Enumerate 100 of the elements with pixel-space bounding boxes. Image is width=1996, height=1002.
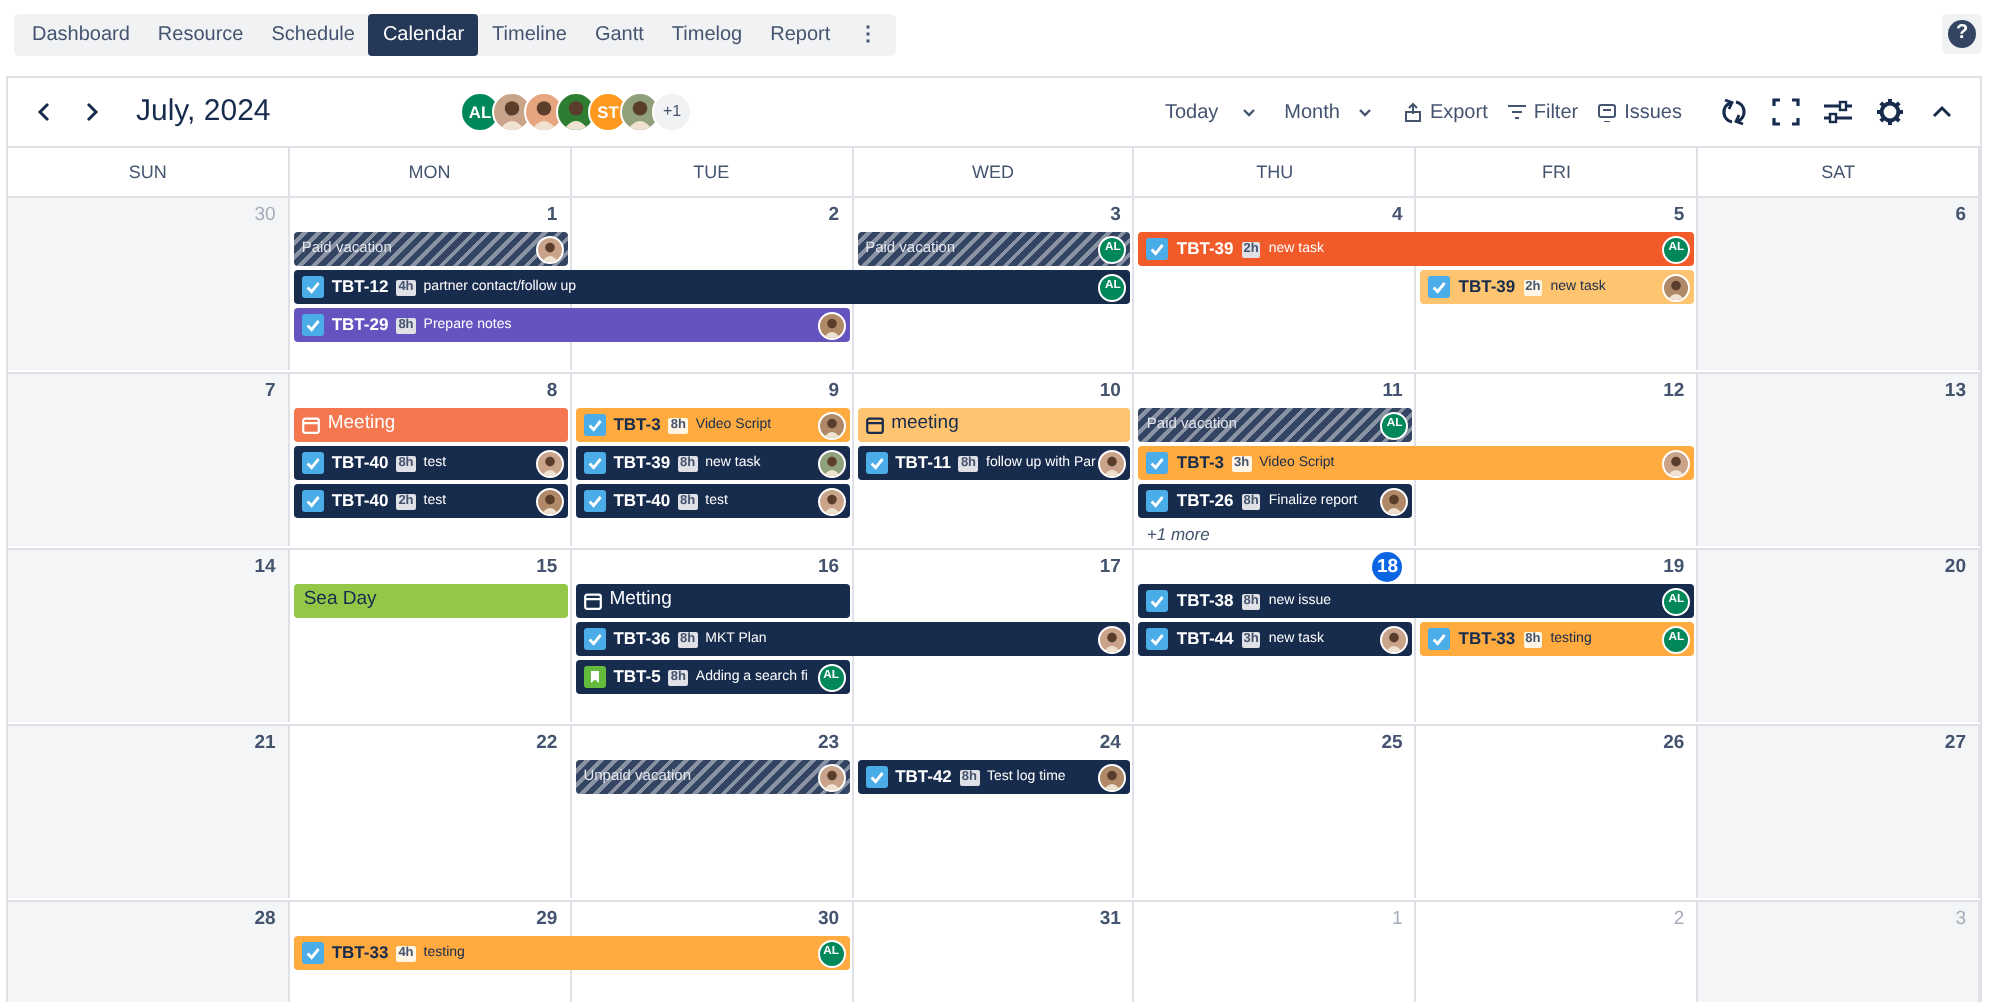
- checkmark-icon: [1428, 276, 1451, 298]
- bookmark-icon: [583, 666, 606, 688]
- more-people-badge[interactable]: +1: [652, 92, 692, 132]
- checkmark-icon: [301, 452, 324, 474]
- help-button[interactable]: ?: [1942, 14, 1982, 54]
- event-title: Sea Day: [303, 590, 379, 612]
- checkmark-icon: [583, 628, 606, 650]
- day-number: 2: [1673, 908, 1685, 932]
- checkmark-icon: [1146, 490, 1169, 512]
- tab[interactable]: Resource: [143, 14, 258, 56]
- day-number: 14: [254, 556, 276, 580]
- issue-key: TBT-26: [1176, 491, 1234, 511]
- day-number: 18: [1372, 552, 1403, 582]
- issue-key: TBT-39: [1458, 277, 1516, 297]
- filter-button[interactable]: Filter: [1497, 88, 1589, 136]
- chevron-right-icon: [84, 100, 100, 124]
- issue-key: TBT-29: [331, 315, 389, 335]
- day-number: 21: [254, 732, 276, 756]
- day-number: 2: [828, 204, 840, 228]
- day-number: 11: [1382, 380, 1403, 404]
- issue-key: TBT-44: [1176, 629, 1234, 649]
- settings-icon: [1876, 98, 1904, 126]
- event-bar[interactable]: Metting: [575, 584, 850, 618]
- issue-key: TBT-33: [331, 943, 389, 963]
- checkmark-icon: [583, 414, 606, 436]
- tab[interactable]: Gantt: [580, 14, 658, 56]
- issue-key: TBT-3: [613, 415, 661, 435]
- caret-icon: [1357, 107, 1372, 117]
- issues-button[interactable]: Issues: [1588, 88, 1692, 136]
- tab[interactable]: Report: [756, 14, 845, 56]
- weekday-header: SAT: [1698, 148, 1980, 196]
- issue-key: TBT-11: [895, 453, 951, 473]
- issue-key: TBT-39: [613, 453, 671, 473]
- day-number: 15: [536, 556, 558, 580]
- day-number: 31: [1099, 908, 1121, 932]
- avatar[interactable]: [556, 92, 596, 132]
- fullscreen-icon: [1772, 98, 1800, 126]
- day-number: 20: [1944, 556, 1966, 580]
- day-number: 10: [1099, 380, 1121, 404]
- avatar[interactable]: AL: [460, 92, 500, 132]
- weekday-header: SUN: [8, 148, 290, 196]
- export-button[interactable]: Export: [1393, 88, 1498, 136]
- checkmark-icon: [1146, 628, 1169, 650]
- day-number: 12: [1663, 380, 1685, 404]
- weekday-header: FRI: [1416, 148, 1699, 196]
- day-number: 29: [536, 908, 558, 932]
- day-number: 23: [817, 732, 840, 756]
- avatar[interactable]: [492, 92, 532, 132]
- weekday-header: WED: [853, 148, 1135, 196]
- event-bar[interactable]: Sea Day: [293, 584, 568, 618]
- issue-key: TBT-5: [613, 667, 661, 687]
- day-number: 22: [536, 732, 558, 756]
- issue-key: TBT-36: [613, 629, 671, 649]
- day-number: 6: [1955, 204, 1966, 228]
- checkmark-icon: [1146, 590, 1169, 612]
- today-dropdown[interactable]: Today: [1154, 88, 1267, 136]
- checkmark-icon: [301, 942, 324, 964]
- day-number: 1: [1391, 908, 1403, 932]
- checkmark-icon: [583, 490, 606, 512]
- tab[interactable]: Schedule: [257, 14, 369, 56]
- tab[interactable]: Timelog: [657, 14, 757, 56]
- tab[interactable]: Dashboard: [18, 14, 144, 56]
- event-title: meeting: [891, 414, 961, 436]
- weekday-header: MON: [289, 148, 572, 196]
- issue-key: TBT-39: [1176, 239, 1234, 259]
- issue-key: TBT-33: [1458, 629, 1516, 649]
- more-events-link[interactable]: +1 more: [1146, 522, 1417, 546]
- tab[interactable]: Calendar: [368, 14, 479, 56]
- day-number: 26: [1663, 732, 1685, 756]
- day-number: 9: [828, 380, 840, 404]
- checkmark-icon: [1146, 452, 1169, 474]
- day-number: 30: [254, 204, 276, 228]
- calendar-icon: [301, 416, 320, 434]
- caret-icon: [1242, 107, 1257, 117]
- calendar-icon: [865, 416, 884, 434]
- event-bar[interactable]: meeting: [857, 408, 1131, 442]
- issue-key: TBT-42: [895, 767, 952, 787]
- sliders-icon: [1824, 98, 1852, 126]
- checkmark-icon: [301, 314, 324, 336]
- issue-key: TBT-40: [331, 491, 389, 511]
- avatar[interactable]: [620, 92, 660, 132]
- refresh-icon: [1720, 98, 1748, 126]
- checkmark-icon: [1146, 238, 1169, 260]
- tab[interactable]: Timeline: [478, 14, 581, 56]
- checkmark-icon: [865, 766, 888, 788]
- more-menu-button[interactable]: ⋮: [844, 14, 893, 56]
- monitor-icon: [1598, 103, 1617, 121]
- day-number: 27: [1944, 732, 1966, 756]
- view-dropdown[interactable]: Month: [1274, 88, 1382, 136]
- event-title: Metting: [609, 590, 674, 612]
- day-number: 16: [817, 556, 840, 580]
- weekday-header: THU: [1134, 148, 1417, 196]
- day-number: 13: [1944, 380, 1966, 404]
- day-number: 8: [546, 380, 558, 404]
- checkmark-icon: [583, 452, 606, 474]
- issue-key: TBT-38: [1176, 591, 1234, 611]
- day-number: 17: [1099, 556, 1121, 580]
- avatar[interactable]: [524, 92, 564, 132]
- checkmark-icon: [865, 452, 888, 474]
- filter-icon: [1507, 104, 1526, 120]
